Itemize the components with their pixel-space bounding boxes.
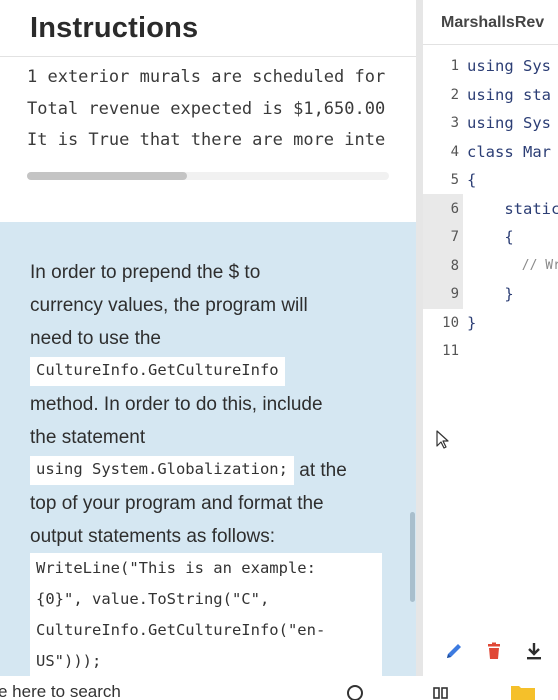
line-number: 9 — [450, 286, 459, 302]
line-number: 3 — [450, 115, 459, 131]
line-number: 4 — [450, 143, 459, 160]
scrollbar-thumb[interactable] — [27, 172, 187, 180]
code-line[interactable]: class Mar — [467, 138, 551, 167]
note-line: method. In order to do this, include — [30, 394, 323, 415]
code-line[interactable]: static — [467, 195, 558, 224]
code-line[interactable]: } — [467, 280, 513, 309]
note-line: CultureInfo.GetCultureInfo — [30, 355, 382, 388]
line-number: 1 — [450, 58, 459, 74]
task-view-icon[interactable] — [432, 682, 450, 700]
trash-icon[interactable] — [483, 640, 505, 662]
editor-toolbar — [423, 632, 558, 672]
line-number: 7 — [450, 229, 459, 245]
example-code-line: CultureInfo.GetCultureInfo("en- — [36, 621, 326, 639]
pane-resize-handle[interactable] — [416, 0, 423, 676]
note-line: using System.Globalization; at the — [30, 454, 382, 487]
line-number: 11 — [442, 343, 459, 359]
code-editor[interactable]: MarshallsRev 1 2 3 4 5 6 7 8 9 10 11 usi… — [423, 0, 558, 676]
line-number: 8 — [450, 257, 459, 274]
line-number: 10 — [442, 314, 459, 331]
line-number-gutter: 1 2 3 4 5 6 7 8 9 10 11 — [423, 52, 463, 672]
output-line: Total revenue expected is $1,650.00 — [27, 98, 386, 119]
cortana-icon[interactable] — [346, 682, 364, 700]
pencil-icon[interactable] — [443, 640, 465, 662]
code-comment[interactable]: // Wr — [467, 252, 558, 281]
note-line: currency values, the program will — [30, 295, 308, 316]
instruction-note: In order to prepend the $ to currency va… — [0, 222, 416, 676]
file-tab[interactable]: MarshallsRev — [441, 14, 544, 32]
output-line: It is True that there are more inte — [27, 130, 386, 150]
line-number: 2 — [450, 86, 459, 103]
note-text-fragment: at the — [293, 460, 347, 481]
taskbar: e here to search — [0, 676, 558, 700]
output-line: 1 exterior murals are scheduled for — [27, 67, 386, 87]
code-line[interactable]: using sta — [467, 81, 551, 110]
program-output: 1 exterior murals are scheduled for Tota… — [27, 62, 407, 157]
file-explorer-icon[interactable] — [510, 680, 536, 700]
instructions-pane: Instructions 1 exterior murals are sched… — [0, 0, 416, 676]
note-line: output statements as follows: — [30, 526, 276, 547]
code-line[interactable]: { — [467, 166, 476, 195]
code-line[interactable]: using Sys — [467, 52, 551, 81]
inline-code: CultureInfo.GetCultureInfo — [30, 357, 285, 387]
note-line: the statement — [30, 427, 146, 448]
taskbar-search-placeholder[interactable]: e here to search — [0, 682, 121, 700]
code-line[interactable]: { — [467, 223, 513, 252]
example-code-block: WriteLine("This is an example: {0}", val… — [30, 553, 382, 676]
example-code-line: US"))); — [36, 652, 102, 670]
code-line[interactable]: using Sys — [467, 109, 551, 138]
code-line[interactable]: } — [467, 309, 476, 338]
note-line: need to use the — [30, 328, 161, 349]
note-line: top of your program and format the — [30, 493, 324, 514]
tab-divider — [423, 44, 558, 45]
instructions-title: Instructions — [30, 12, 199, 44]
output-horizontal-scrollbar[interactable] — [27, 172, 389, 180]
note-text: In order to prepend the $ to currency va… — [30, 256, 382, 676]
inline-code: using System.Globalization; — [30, 456, 294, 486]
mouse-cursor-icon — [436, 430, 449, 449]
example-code-line: WriteLine("This is an example: — [36, 559, 316, 577]
title-divider — [0, 56, 416, 57]
download-icon[interactable] — [523, 640, 545, 662]
line-number: 6 — [450, 200, 459, 217]
line-number: 5 — [450, 172, 459, 188]
example-code-line: {0}", value.ToString("C", — [36, 590, 270, 608]
note-vertical-scrollbar[interactable] — [410, 512, 415, 602]
note-line: In order to prepend the $ to — [30, 262, 261, 283]
